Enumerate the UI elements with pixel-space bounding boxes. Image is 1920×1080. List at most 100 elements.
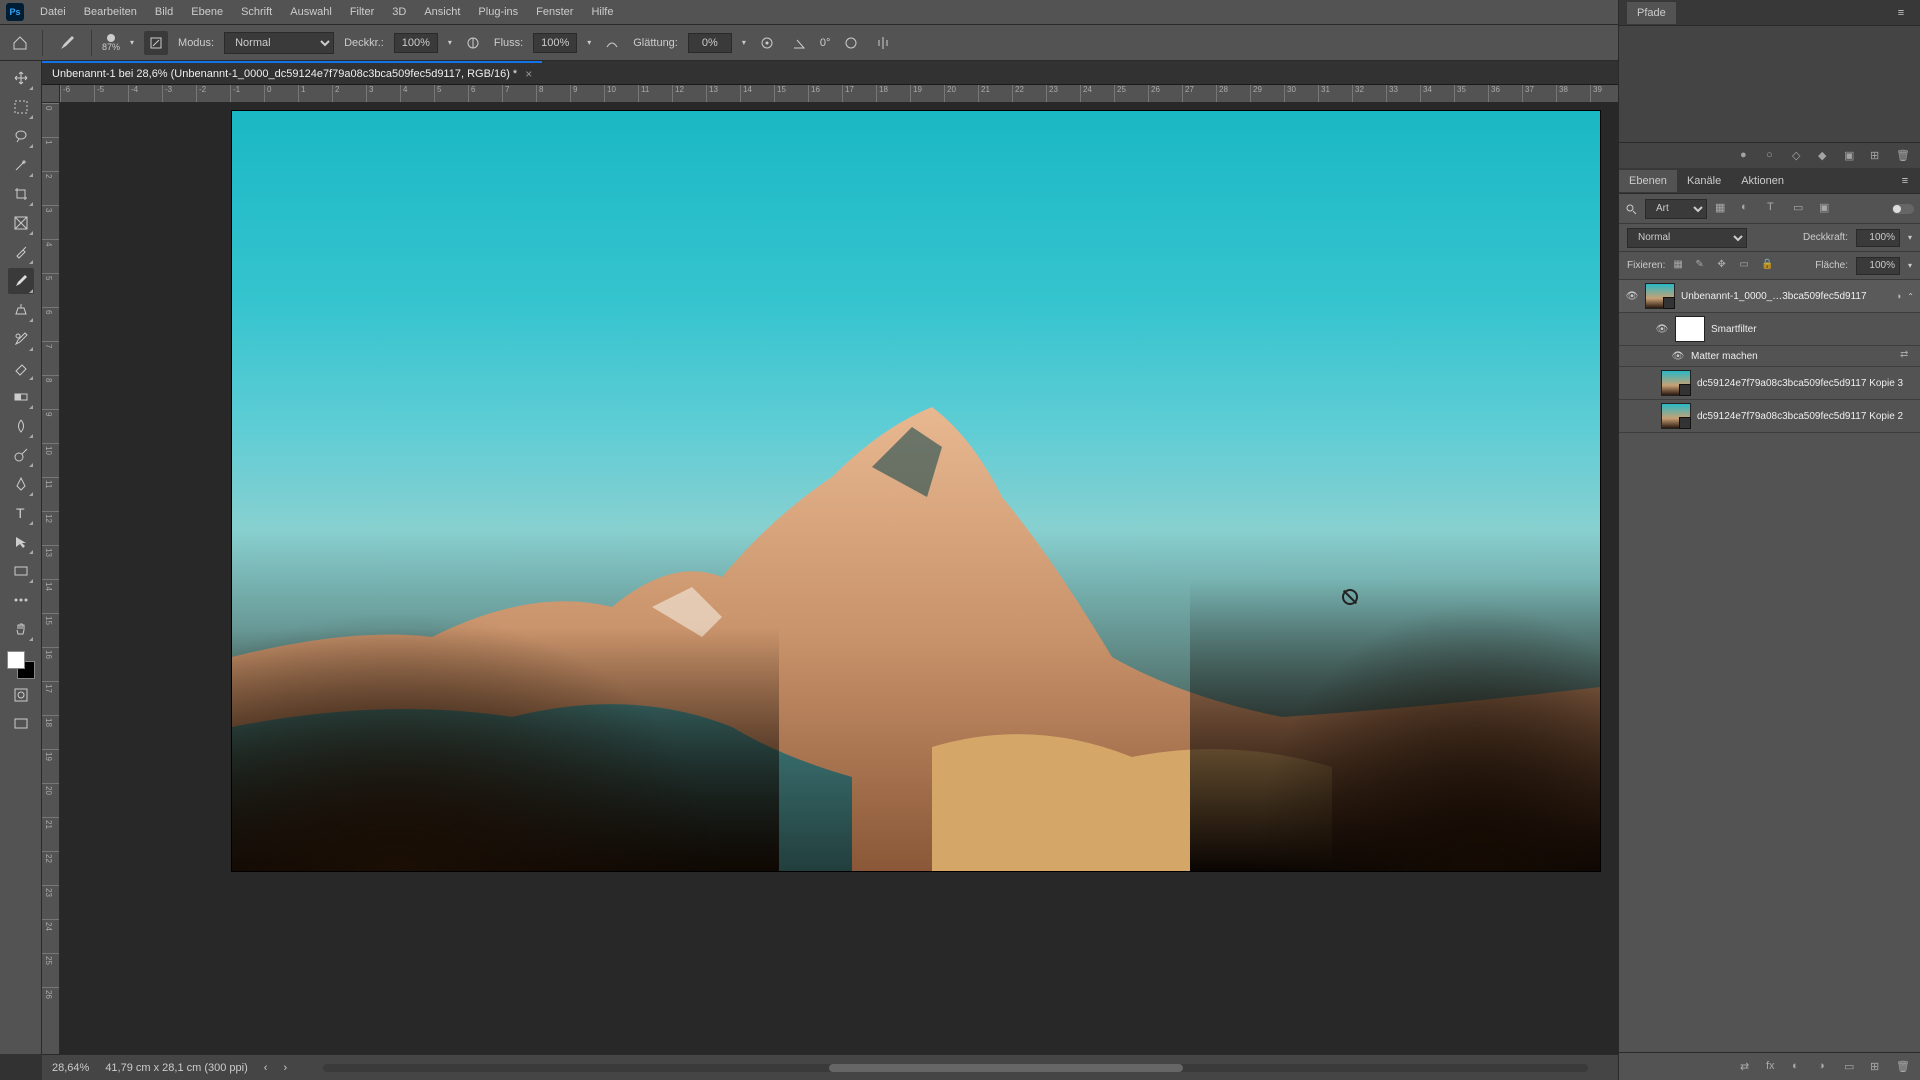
- filter-adjust-icon[interactable]: ◐: [1741, 201, 1757, 217]
- eraser-tool[interactable]: [8, 355, 34, 381]
- pressure-opacity-icon[interactable]: [462, 32, 484, 54]
- flow-dropdown[interactable]: ▾: [587, 38, 591, 47]
- new-path-icon[interactable]: ⊞: [1870, 149, 1884, 163]
- menu-fenster[interactable]: Fenster: [528, 3, 581, 21]
- paths-tab[interactable]: Pfade: [1627, 2, 1676, 24]
- layer-name[interactable]: Unbenannt-1_0000_…3bca509fec5d9117: [1681, 291, 1890, 302]
- layer-name[interactable]: dc59124e7f79a08c3bca509fec5d9117 Kopie 3: [1697, 378, 1914, 389]
- lock-pixels-icon[interactable]: ✎: [1695, 259, 1709, 273]
- filter-smart-icon[interactable]: ▣: [1819, 201, 1835, 217]
- document-info[interactable]: 41,79 cm x 28,1 cm (300 ppi): [105, 1062, 247, 1074]
- filter-toggle[interactable]: [1892, 204, 1914, 214]
- document-canvas[interactable]: [232, 111, 1600, 871]
- filter-name[interactable]: Matter machen: [1691, 351, 1894, 362]
- layer-opacity-input[interactable]: [1856, 229, 1900, 247]
- brush-tool[interactable]: [8, 268, 34, 294]
- paths-panel-body[interactable]: [1619, 26, 1920, 142]
- visibility-toggle[interactable]: 👁: [1625, 289, 1639, 303]
- layer-list[interactable]: 👁 Unbenannt-1_0000_…3bca509fec5d9117 ◑ ⌃…: [1619, 280, 1920, 1052]
- quickmask-button[interactable]: [8, 682, 34, 708]
- menu-datei[interactable]: Datei: [32, 3, 74, 21]
- filter-blend-icon[interactable]: ⇄: [1900, 349, 1914, 363]
- delete-layer-icon[interactable]: 🗑: [1896, 1060, 1910, 1074]
- panel-menu-icon[interactable]: ≡: [1890, 2, 1912, 24]
- menu-bearbeiten[interactable]: Bearbeiten: [76, 3, 145, 21]
- path-to-selection-icon[interactable]: ◆: [1818, 149, 1832, 163]
- visibility-toggle[interactable]: [1641, 409, 1655, 423]
- magic-wand-tool[interactable]: [8, 152, 34, 178]
- move-tool[interactable]: [8, 65, 34, 91]
- brush-preset-dropdown[interactable]: ▾: [130, 38, 134, 47]
- info-prev-icon[interactable]: ‹: [264, 1062, 268, 1074]
- menu-3d[interactable]: 3D: [384, 3, 414, 21]
- new-layer-icon[interactable]: ⊞: [1870, 1060, 1884, 1074]
- menu-plugins[interactable]: Plug-ins: [470, 3, 526, 21]
- menu-ansicht[interactable]: Ansicht: [416, 3, 468, 21]
- menu-filter[interactable]: Filter: [342, 3, 382, 21]
- visibility-toggle[interactable]: 👁: [1671, 349, 1685, 363]
- layer-thumbnail[interactable]: [1645, 283, 1675, 309]
- path-select-tool[interactable]: [8, 529, 34, 555]
- pen-tool[interactable]: [8, 471, 34, 497]
- menu-hilfe[interactable]: Hilfe: [583, 3, 621, 21]
- filter-pixel-icon[interactable]: ▦: [1715, 201, 1731, 217]
- path-selection-icon[interactable]: ◇: [1792, 149, 1806, 163]
- airbrush-icon[interactable]: [601, 32, 623, 54]
- delete-path-icon[interactable]: 🗑: [1896, 149, 1910, 163]
- lasso-tool[interactable]: [8, 123, 34, 149]
- stroke-path-icon[interactable]: ○: [1766, 149, 1780, 163]
- lock-transparency-icon[interactable]: ▦: [1673, 259, 1687, 273]
- crop-tool[interactable]: [8, 181, 34, 207]
- visibility-toggle[interactable]: [1641, 376, 1655, 390]
- group-layers-icon[interactable]: ▭: [1844, 1060, 1858, 1074]
- filter-item-row[interactable]: 👁 Matter machen ⇄: [1619, 346, 1920, 367]
- menu-bild[interactable]: Bild: [147, 3, 181, 21]
- zoom-level[interactable]: 28,64%: [52, 1062, 89, 1074]
- layer-thumbnail[interactable]: [1661, 403, 1691, 429]
- horizontal-ruler[interactable]: -6-5-4-3-2-10123456789101112131415161718…: [60, 85, 1618, 103]
- lock-artboard-icon[interactable]: ▭: [1739, 259, 1753, 273]
- layer-expand-icon[interactable]: ⌃: [1907, 292, 1914, 301]
- flow-input[interactable]: [533, 33, 577, 53]
- layers-menu-icon[interactable]: ≡: [1898, 170, 1920, 192]
- ruler-origin[interactable]: [42, 85, 60, 103]
- home-button[interactable]: [8, 31, 32, 55]
- smartfilter-row[interactable]: 👁 Smartfilter: [1619, 313, 1920, 346]
- fill-input[interactable]: [1856, 257, 1900, 275]
- smoothing-input[interactable]: [688, 33, 732, 53]
- smoothing-dropdown[interactable]: ▾: [742, 38, 746, 47]
- layer-thumbnail[interactable]: [1661, 370, 1691, 396]
- mask-from-path-icon[interactable]: ▣: [1844, 149, 1858, 163]
- screenmode-button[interactable]: [8, 711, 34, 737]
- layer-mask-icon[interactable]: ◐: [1792, 1060, 1806, 1074]
- filter-mask-thumbnail[interactable]: [1675, 316, 1705, 342]
- menu-auswahl[interactable]: Auswahl: [282, 3, 340, 21]
- pressure-size-icon[interactable]: [840, 32, 862, 54]
- info-next-icon[interactable]: ›: [283, 1062, 287, 1074]
- history-brush-tool[interactable]: [8, 326, 34, 352]
- channels-tab[interactable]: Kanäle: [1677, 170, 1731, 192]
- layer-fx-icon[interactable]: fx: [1766, 1060, 1780, 1074]
- menu-ebene[interactable]: Ebene: [183, 3, 231, 21]
- filter-type-icon[interactable]: T: [1767, 201, 1783, 217]
- menu-schrift[interactable]: Schrift: [233, 3, 280, 21]
- frame-tool[interactable]: [8, 210, 34, 236]
- layers-tab[interactable]: Ebenen: [1619, 170, 1677, 192]
- blend-mode-select[interactable]: Normal: [224, 32, 334, 54]
- marquee-tool[interactable]: [8, 94, 34, 120]
- link-layers-icon[interactable]: ⇄: [1740, 1060, 1754, 1074]
- layer-row[interactable]: dc59124e7f79a08c3bca509fec5d9117 Kopie 2: [1619, 400, 1920, 433]
- color-swatches[interactable]: [7, 651, 35, 679]
- layer-opacity-dropdown[interactable]: ▾: [1908, 233, 1912, 242]
- actions-tab[interactable]: Aktionen: [1731, 170, 1794, 192]
- filter-shape-icon[interactable]: ▭: [1793, 201, 1809, 217]
- fill-path-icon[interactable]: ●: [1740, 149, 1754, 163]
- adjustment-layer-icon[interactable]: ◑: [1818, 1060, 1832, 1074]
- layer-filter-select[interactable]: Art: [1645, 199, 1707, 219]
- type-tool[interactable]: T: [8, 500, 34, 526]
- fill-dropdown[interactable]: ▾: [1908, 261, 1912, 270]
- document-tab[interactable]: Unbenannt-1 bei 28,6% (Unbenannt-1_0000_…: [42, 61, 542, 84]
- clone-stamp-tool[interactable]: [8, 297, 34, 323]
- symmetry-icon[interactable]: [872, 32, 894, 54]
- lock-position-icon[interactable]: ✥: [1717, 259, 1731, 273]
